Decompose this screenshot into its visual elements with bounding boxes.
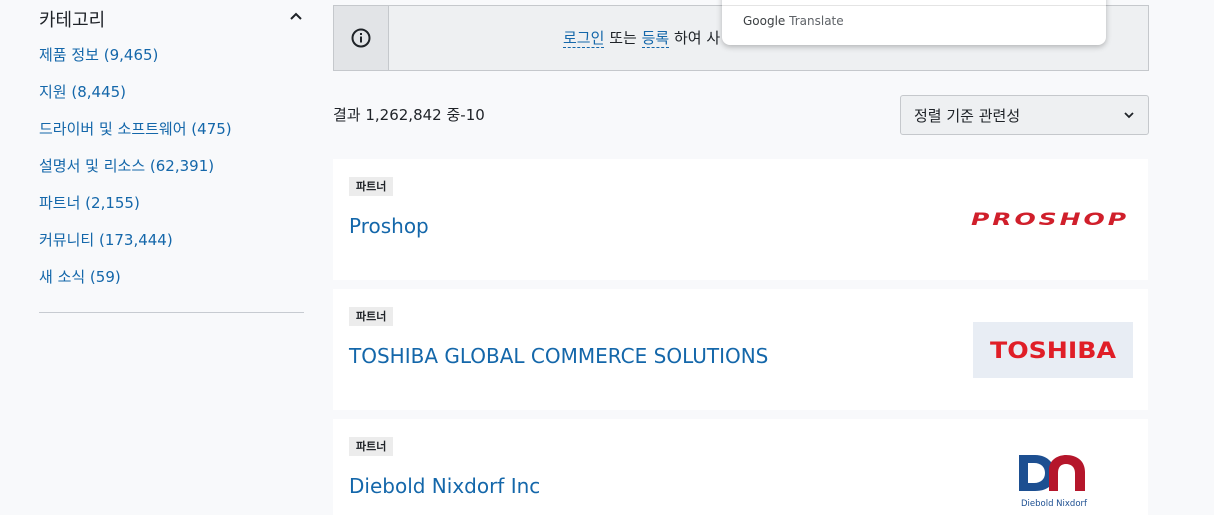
banner-suffix-text: 하여 사: [673, 29, 721, 47]
category-item-community[interactable]: 커뮤니티 (173,444): [39, 229, 232, 266]
sidebar-divider: [39, 312, 304, 313]
category-list: 제품 정보 (9,465) 지원 (8,445) 드라이버 및 소프트웨어 (4…: [39, 44, 232, 303]
diebold-n-mark: [1049, 455, 1085, 491]
translate-text: Translate: [789, 14, 844, 28]
register-link[interactable]: 등록: [641, 29, 670, 48]
chevron-down-icon: [1124, 112, 1134, 119]
info-icon: [351, 28, 371, 48]
category-item-support[interactable]: 지원 (8,445): [39, 81, 232, 118]
partner-tag: 파트너: [349, 437, 394, 456]
result-title-link[interactable]: TOSHIBA GLOBAL COMMERCE SOLUTIONS: [349, 344, 768, 368]
category-item-product-info[interactable]: 제품 정보 (9,465): [39, 44, 232, 81]
partner-tag: 파트너: [349, 177, 394, 196]
partner-tag: 파트너: [349, 307, 394, 326]
sort-dropdown[interactable]: 정렬 기준 관련성: [900, 95, 1149, 135]
category-header[interactable]: 카테고리: [39, 6, 304, 31]
sort-label: 정렬 기준 관련성: [914, 107, 1021, 125]
google-brand-text: Google: [743, 14, 786, 28]
banner-icon-cell: [334, 6, 389, 70]
banner-message: 로그인 또는 등록 하여 사: [563, 27, 720, 48]
result-title-link[interactable]: Proshop: [349, 214, 429, 238]
category-item-news[interactable]: 새 소식 (59): [39, 266, 232, 303]
popup-divider: [722, 5, 1106, 6]
toshiba-logo-text: TOSHIBA: [990, 339, 1116, 364]
category-item-manuals-resources[interactable]: 설명서 및 리소스 (62,391): [39, 155, 232, 192]
result-card-proshop: 파트너 Proshop PROSHOP: [333, 159, 1148, 280]
results-count: 결과 1,262,842 중-10: [333, 106, 485, 124]
result-card-diebold: 파트너 Diebold Nixdorf Inc Diebold Nixdorf: [333, 419, 1148, 515]
category-item-drivers-software[interactable]: 드라이버 및 소프트웨어 (475): [39, 118, 232, 155]
google-translate-popup: Google Translate: [722, 0, 1106, 45]
result-title-link[interactable]: Diebold Nixdorf Inc: [349, 474, 540, 498]
diebold-logo-caption: Diebold Nixdorf: [1021, 499, 1088, 509]
toshiba-logo: TOSHIBA: [973, 322, 1133, 378]
proshop-logo-text: PROSHOP: [971, 210, 1129, 230]
chevron-up-icon[interactable]: [288, 8, 304, 24]
category-title: 카테고리: [39, 10, 106, 31]
google-translate-label: Google Translate: [743, 14, 844, 28]
category-item-partners[interactable]: 파트너 (2,155): [39, 192, 232, 229]
login-link[interactable]: 로그인: [563, 29, 605, 48]
proshop-logo: PROSHOP: [971, 210, 1129, 230]
result-card-toshiba: 파트너 TOSHIBA GLOBAL COMMERCE SOLUTIONS TO…: [333, 289, 1148, 410]
diebold-nixdorf-logo: Diebold Nixdorf: [1019, 455, 1088, 509]
banner-or-text: 또는: [609, 29, 637, 47]
